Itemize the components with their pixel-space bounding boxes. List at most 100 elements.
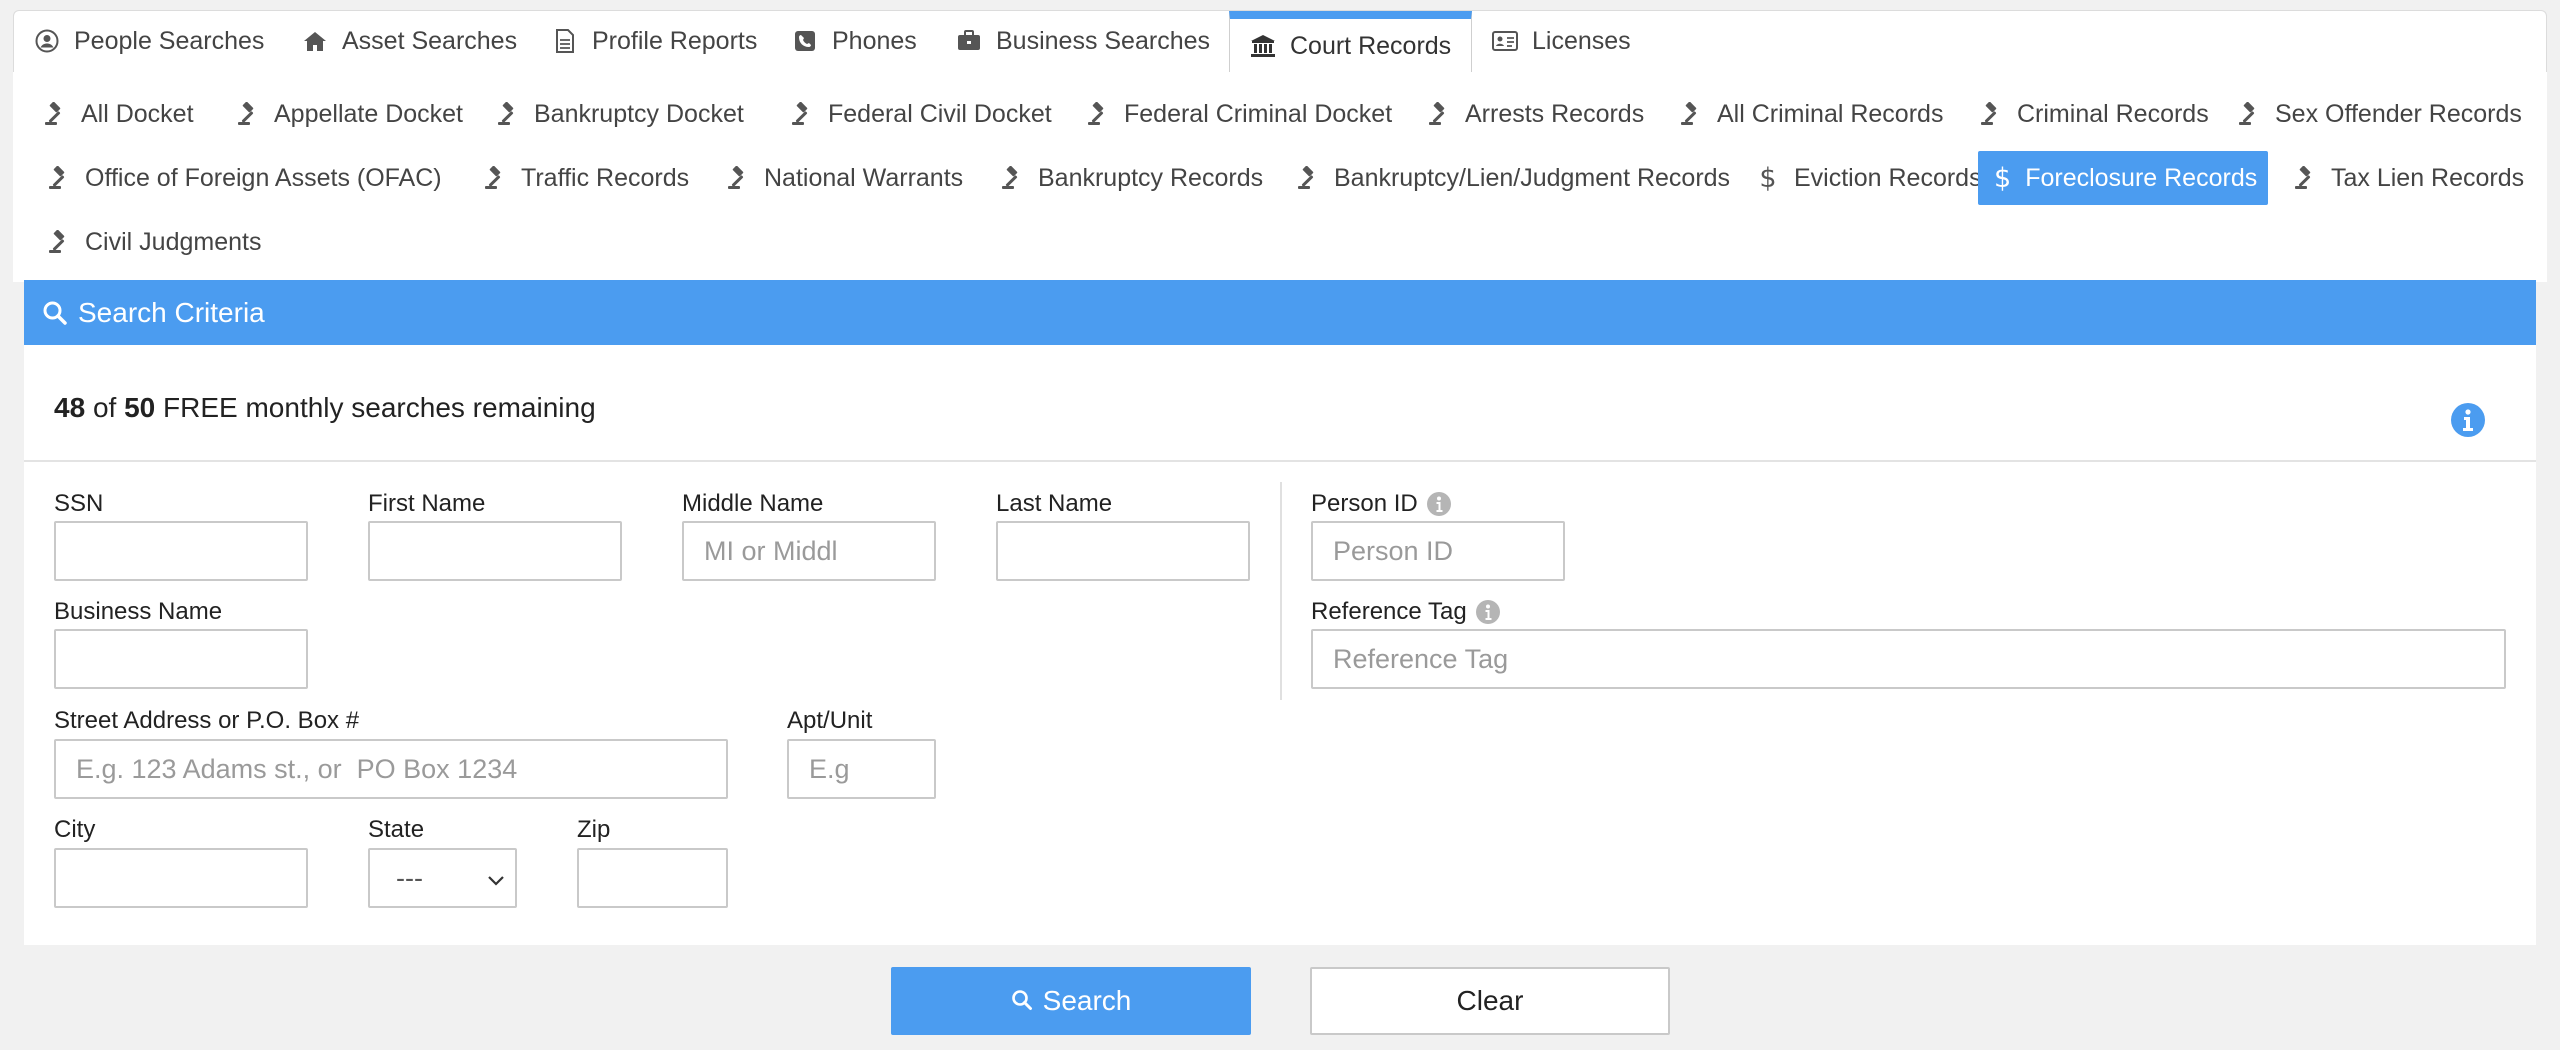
subtab-ofac[interactable]: Office of Foreign Assets (OFAC): [31, 151, 458, 205]
street-address-input[interactable]: [54, 739, 728, 799]
user-circle-icon: [34, 28, 60, 54]
tab-phones[interactable]: Phones: [792, 11, 917, 71]
subtab-label: All Docket: [81, 99, 194, 128]
subtab-civil-judgments[interactable]: Civil Judgments: [31, 215, 277, 269]
gavel-icon: [43, 101, 67, 127]
zip-label: Zip: [577, 816, 611, 843]
tab-label: Profile Reports: [592, 26, 758, 55]
subtab-label: Tax Lien Records: [2331, 163, 2525, 192]
subtab-foreclosure-records[interactable]: $ Foreclosure Records: [1978, 151, 2268, 205]
reference-tag-input[interactable]: [1311, 629, 2506, 689]
subtab-traffic-records[interactable]: Traffic Records: [467, 151, 705, 205]
help-icon[interactable]: [1426, 491, 1452, 517]
reference-tag-label-text: Reference Tag: [1311, 598, 1467, 625]
city-label: City: [54, 816, 96, 843]
gavel-icon: [236, 101, 260, 127]
chevron-down-icon: [487, 863, 505, 894]
city-input[interactable]: [54, 848, 308, 908]
tab-business-searches[interactable]: Business Searches: [956, 11, 1210, 71]
subtab-federal-criminal-docket[interactable]: Federal Criminal Docket: [1070, 87, 1408, 141]
tab-label: Business Searches: [996, 26, 1211, 55]
subtab-national-warrants[interactable]: National Warrants: [710, 151, 979, 205]
subtab-label: Federal Criminal Docket: [1124, 99, 1393, 128]
apt-unit-input[interactable]: [787, 739, 936, 799]
subtab-label: Bankruptcy Docket: [534, 99, 744, 128]
searches-remaining: 48 of 50 FREE monthly searches remaining: [54, 392, 596, 424]
courthouse-icon: [1250, 33, 1276, 59]
subtab-label: Civil Judgments: [85, 227, 262, 256]
gavel-icon: [2293, 165, 2317, 191]
tab-label: Asset Searches: [342, 26, 518, 55]
search-icon: [42, 300, 68, 326]
middle-name-input[interactable]: [682, 521, 936, 581]
subtab-all-docket[interactable]: All Docket: [27, 87, 210, 141]
subtab-label: Bankruptcy/Lien/Judgment Records: [1334, 163, 1731, 192]
ssn-input[interactable]: [54, 521, 308, 581]
court-records-subtabs: All Docket Appellate Docket Bankruptcy D…: [13, 72, 2547, 282]
tab-asset-searches[interactable]: Asset Searches: [302, 11, 517, 71]
search-form: 48 of 50 FREE monthly searches remaining…: [24, 345, 2536, 945]
state-label: State: [368, 816, 425, 843]
person-id-label-text: Person ID: [1311, 490, 1418, 517]
searches-total-count: 50: [124, 392, 156, 423]
main-tab-bar: People Searches Asset Searches Profile R…: [13, 10, 2547, 73]
phone-icon: [792, 28, 818, 54]
info-icon[interactable]: [2450, 402, 2486, 438]
subtab-bankruptcy-lien-judgment[interactable]: Bankruptcy/Lien/Judgment Records: [1280, 151, 1746, 205]
home-icon: [302, 28, 328, 54]
subtab-label: Arrests Records: [1465, 99, 1645, 128]
search-button[interactable]: Search: [891, 967, 1251, 1035]
zip-input[interactable]: [577, 848, 728, 908]
gavel-icon: [2237, 101, 2261, 127]
first-name-input[interactable]: [368, 521, 622, 581]
tab-court-records[interactable]: Court Records: [1229, 11, 1473, 73]
id-card-icon: [1492, 28, 1518, 54]
search-button-label: Search: [1042, 985, 1132, 1016]
clear-button[interactable]: Clear: [1310, 967, 1670, 1035]
tab-people-searches[interactable]: People Searches: [34, 11, 264, 71]
section-divider: [24, 460, 2536, 462]
state-select[interactable]: ---: [368, 848, 517, 908]
subtab-tax-lien-records[interactable]: Tax Lien Records: [2277, 151, 2540, 205]
person-id-input[interactable]: [1311, 521, 1565, 581]
middle-name-label: Middle Name: [682, 490, 824, 517]
subtab-federal-civil-docket[interactable]: Federal Civil Docket: [774, 87, 1068, 141]
search-icon: [1011, 989, 1035, 1013]
business-name-input[interactable]: [54, 629, 308, 689]
subtab-label: Appellate Docket: [274, 99, 464, 128]
person-id-label: Person ID: [1311, 490, 1452, 518]
subtab-sex-offender-records[interactable]: Sex Offender Records: [2221, 87, 2538, 141]
gavel-icon: [726, 165, 750, 191]
column-divider: [1280, 482, 1282, 700]
subtab-bankruptcy-records[interactable]: Bankruptcy Records: [984, 151, 1279, 205]
searches-remaining-text: FREE monthly searches remaining: [163, 392, 596, 423]
last-name-input[interactable]: [996, 521, 1250, 581]
subtab-eviction-records[interactable]: $ Eviction Records: [1740, 151, 1998, 205]
tab-label: Court Records: [1290, 31, 1452, 60]
gavel-icon: [1000, 165, 1024, 191]
document-icon: [552, 28, 578, 54]
help-icon[interactable]: [1475, 599, 1501, 625]
subtab-criminal-records[interactable]: Criminal Records: [1963, 87, 2225, 141]
subtab-appellate-docket[interactable]: Appellate Docket: [220, 87, 479, 141]
subtab-label: Eviction Records: [1794, 163, 1982, 192]
subtab-label: Traffic Records: [521, 163, 690, 192]
subtab-arrests-records[interactable]: Arrests Records: [1411, 87, 1660, 141]
subtab-label: Criminal Records: [2017, 99, 2209, 128]
tab-profile-reports[interactable]: Profile Reports: [552, 11, 757, 71]
tab-licenses[interactable]: Licenses: [1492, 11, 1631, 71]
subtab-label: Foreclosure Records: [2025, 163, 2258, 192]
searches-of-text: of: [92, 392, 117, 423]
last-name-label: Last Name: [996, 490, 1113, 517]
gavel-icon: [1086, 101, 1110, 127]
clear-button-label: Clear: [1456, 985, 1524, 1016]
street-address-label: Street Address or P.O. Box #: [54, 707, 360, 734]
state-selected-value: ---: [396, 862, 423, 893]
gavel-icon: [1679, 101, 1703, 127]
subtab-all-criminal-records[interactable]: All Criminal Records: [1663, 87, 1959, 141]
briefcase-icon: [956, 28, 982, 54]
gavel-icon: [1296, 165, 1320, 191]
apt-unit-label: Apt/Unit: [787, 707, 873, 734]
subtab-bankruptcy-docket[interactable]: Bankruptcy Docket: [480, 87, 760, 141]
subtab-label: Office of Foreign Assets (OFAC): [85, 163, 442, 192]
